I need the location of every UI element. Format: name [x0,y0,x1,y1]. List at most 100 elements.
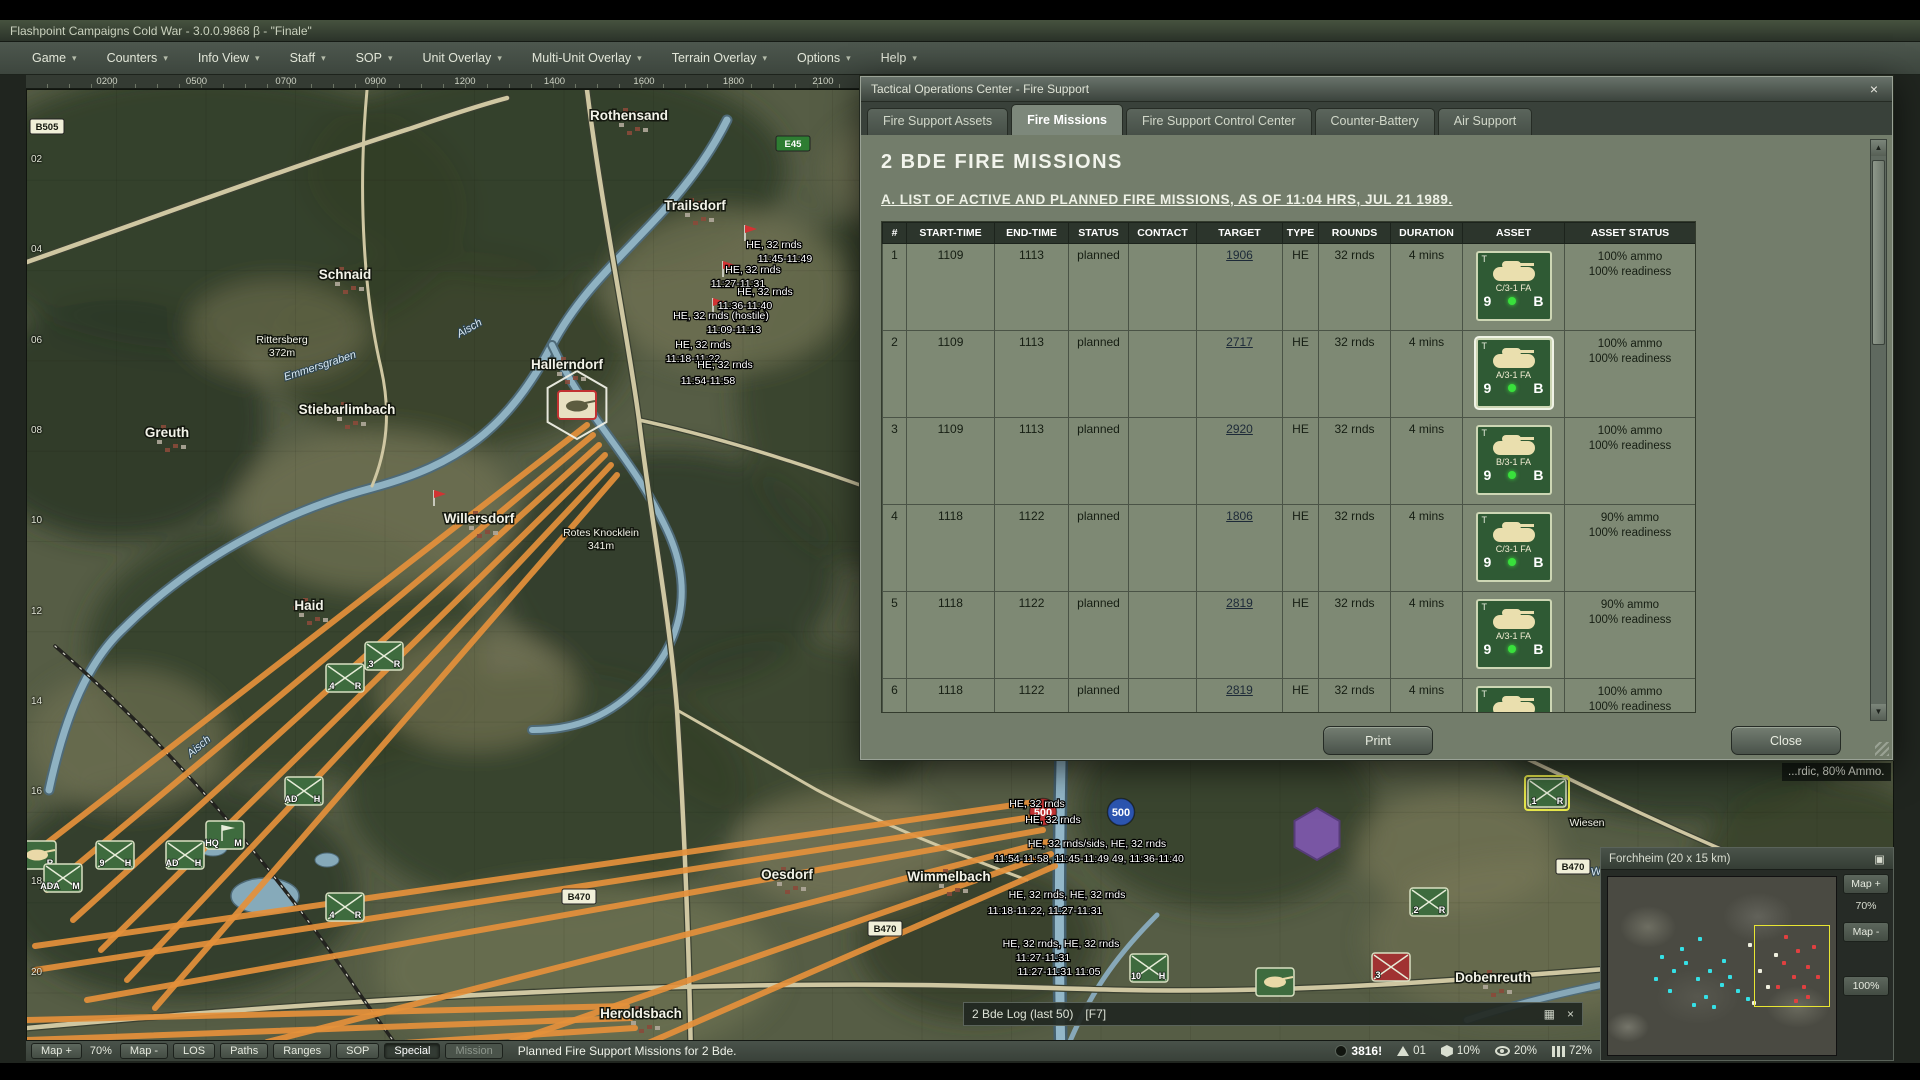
log-close-icon[interactable]: × [1567,1007,1574,1021]
target-link[interactable]: 1806 [1226,509,1253,523]
menu-staff[interactable]: Staff▾ [280,46,336,70]
map-unit-counter[interactable]: ADH [285,777,324,805]
tab-fire-support-assets[interactable]: Fire Support Assets [867,108,1008,135]
window-title: Flashpoint Campaigns Cold War - 3.0.0.98… [10,24,312,38]
fire-mission-row[interactable]: 611181122planned2819HE32 rnds4 minsTB/3-… [883,679,1696,714]
minimap-100[interactable]: 100% [1843,976,1889,996]
column-header: DURATION [1391,223,1463,244]
counter-type-label: R [394,659,401,669]
fire-mission-row[interactable]: 511181122planned2819HE32 rnds4 minsTA/3-… [883,592,1696,679]
statusbar-paths[interactable]: Paths [220,1043,268,1059]
map-unit-counter[interactable] [558,391,596,419]
column-header: END-TIME [995,223,1069,244]
tab-fire-support-control-center[interactable]: Fire Support Control Center [1126,108,1312,135]
readiness-dot [1508,645,1516,653]
asset-counter[interactable]: TB/3-1 FA9B [1476,425,1552,495]
target-link[interactable]: 1906 [1226,248,1253,262]
map-unit-counter[interactable]: 2R [1410,888,1448,916]
scroll-thumb[interactable] [1872,160,1885,345]
town-label: Stiebarlimbach [299,402,396,417]
menu-options[interactable]: Options▾ [787,46,861,70]
town-label: Schnaid [319,267,372,282]
menu-unit-overlay[interactable]: Unit Overlay▾ [413,46,512,70]
map-unit-counter[interactable]: 4R [326,664,364,692]
target-link[interactable]: 2717 [1226,335,1253,349]
ruler-mark: 12 [31,606,42,617]
dialog-titlebar[interactable]: Tactical Operations Center - Fire Suppor… [861,77,1892,102]
target-link[interactable]: 2920 [1226,422,1253,436]
map-unit-counter[interactable]: 9H [96,841,134,869]
minimap-expand-icon[interactable]: ▣ [1874,852,1885,866]
road-shield-label: B470 [874,924,897,935]
target-link[interactable]: 2819 [1226,683,1253,697]
fire-mission-row[interactable]: 211091113planned2717HE32 rnds4 minsTA/3-… [883,331,1696,418]
objective-value: 500 [1112,807,1130,819]
asset-counter[interactable]: TB/3-1 FA9B [1476,686,1552,713]
asset-counter[interactable]: TA/3-1 FA9B [1476,338,1552,408]
menu-help[interactable]: Help▾ [871,46,927,70]
tank-icon [1493,267,1535,281]
ruler-mark: 0200 [96,76,117,87]
counter-type-label: M [234,838,242,848]
map-unit-counter[interactable] [1256,968,1294,996]
menu-terrain-overlay[interactable]: Terrain Overlay▾ [662,46,777,70]
map-unit-counter[interactable]: HQM [205,821,244,849]
statusbar-special[interactable]: Special [384,1043,440,1059]
scroll-down-icon[interactable]: ▼ [1871,704,1886,720]
town-label: Heroldsbach [600,1006,682,1021]
cell: 1109 [907,418,995,505]
dialog-close-icon[interactable]: × [1866,81,1882,97]
statusbar-mission[interactable]: Mission [445,1043,502,1059]
bde-log-bar[interactable]: 2 Bde Log (last 50) [F7] ▦ × [963,1002,1583,1026]
target-link[interactable]: 2819 [1226,596,1253,610]
minimap-titlebar[interactable]: Forchheim (20 x 15 km) ▣ [1601,848,1893,870]
fire-mission-row[interactable]: 111091113planned1906HE32 rnds4 minsTC/3-… [883,244,1696,331]
close-button[interactable]: Close [1731,726,1841,755]
menu-game[interactable]: Game▾ [22,46,87,70]
ruler-mark: 1600 [633,76,654,87]
fire-mission-row[interactable]: 411181122planned1806HE32 rnds4 minsTC/3-… [883,505,1696,592]
map-unit-counter[interactable]: 3 [1372,953,1410,981]
map-unit-counter[interactable]: 4R [326,893,364,921]
statusbar-ranges[interactable]: Ranges [273,1043,331,1059]
dialog-scrollbar[interactable]: ▲ ▼ [1870,139,1887,721]
town-label: Dobenreuth [1455,970,1531,985]
cell-asset: TC/3-1 FA9B [1463,244,1565,331]
asset-counter[interactable]: TA/3-1 FA9B [1476,599,1552,669]
cell: 4 mins [1391,331,1463,418]
friendly-unit-dot [1684,961,1688,965]
tab-fire-missions[interactable]: Fire Missions [1011,104,1123,135]
counter-type-label: H [195,858,202,868]
indicator-value: 3816! [1351,1044,1382,1058]
ruler-mark: 14 [31,696,42,707]
scroll-up-icon[interactable]: ▲ [1871,140,1886,156]
statusbar-los[interactable]: LOS [173,1043,215,1059]
map-unit-counter[interactable]: 3R [365,642,403,670]
print-button[interactable]: Print [1323,726,1433,755]
cell: 1109 [907,244,995,331]
map-unit-counter[interactable]: 10H [1130,954,1168,982]
fire-mission-row[interactable]: 311091113planned2920HE32 rnds4 minsTB/3-… [883,418,1696,505]
statusbar-sop[interactable]: SOP [336,1043,379,1059]
tab-counter-battery[interactable]: Counter-Battery [1315,108,1435,135]
asset-counter[interactable]: TC/3-1 FA9B [1476,251,1552,321]
dialog-resize-grip[interactable] [1875,742,1889,756]
asset-counter[interactable]: TC/3-1 FA9B [1476,512,1552,582]
map-unit-counter[interactable]: ADH [166,841,205,869]
cell: 1 [883,244,907,331]
minimap-map[interactable]: Map + [1843,874,1889,894]
minimap-map[interactable]: Map - [1843,922,1889,942]
cell [1129,331,1197,418]
menu-sop[interactable]: SOP▾ [346,46,403,70]
statusbar-map[interactable]: Map + [31,1043,82,1059]
menu-info-view[interactable]: Info View▾ [188,46,270,70]
map-unit-counter[interactable]: ADAM [40,864,82,892]
log-expand-icon[interactable]: ▦ [1544,1007,1555,1021]
minimap-canvas[interactable] [1607,876,1837,1056]
statusbar-map[interactable]: Map - [120,1043,168,1059]
menu-multi-unit-overlay[interactable]: Multi-Unit Overlay▾ [522,46,652,70]
map-unit-counter[interactable]: 1R [1525,776,1569,810]
menu-counters[interactable]: Counters▾ [97,46,178,70]
tab-air-support[interactable]: Air Support [1438,108,1533,135]
minimap-viewport[interactable] [1754,925,1830,1007]
